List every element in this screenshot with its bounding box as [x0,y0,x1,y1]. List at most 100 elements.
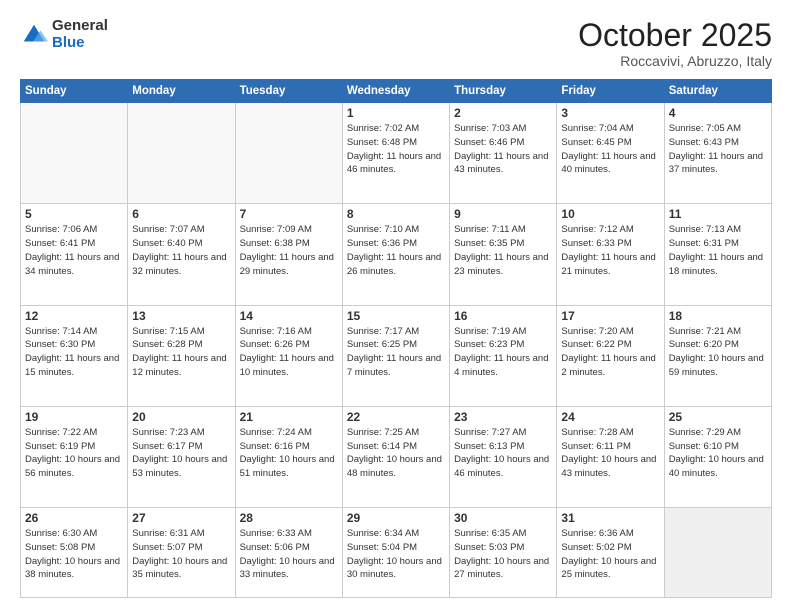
day-info: Sunrise: 7:27 AMSunset: 6:13 PMDaylight:… [454,426,552,481]
calendar-cell: 23 Sunrise: 7:27 AMSunset: 6:13 PMDayligh… [450,406,557,507]
calendar-cell: 18Sunrise: 7:21 AMSunset: 6:20 PMDayligh… [664,305,771,406]
weekday-header-friday: Friday [557,80,664,103]
calendar-cell: 29Sunrise: 6:34 AMSunset: 5:04 PMDayligh… [342,508,449,598]
day-number: 19 [25,410,123,424]
calendar-cell: 28 Sunrise: 6:33 AMSunset: 5:06 PMDayligh… [235,508,342,598]
weekday-header-saturday: Saturday [664,80,771,103]
calendar-cell: 10 Sunrise: 7:12 AMSunset: 6:33 PMDayligh… [557,204,664,305]
day-info: Sunrise: 7:25 AMSunset: 6:14 PMDaylight:… [347,426,445,481]
week-row-1: 1 Sunrise: 7:02 AMSunset: 6:48 PMDaylight… [21,103,772,204]
day-number: 30 [454,511,552,525]
day-number: 12 [25,309,123,323]
day-info: Sunrise: 7:19 AMSunset: 6:23 PMDaylight:… [454,325,552,380]
logo-text: General Blue [52,18,108,51]
week-row-2: 5 Sunrise: 7:06 AMSunset: 6:41 PMDaylight… [21,204,772,305]
day-number: 10 [561,207,659,221]
calendar-cell: 25Sunrise: 7:29 AMSunset: 6:10 PMDayligh… [664,406,771,507]
day-number: 18 [669,309,767,323]
logo: General Blue [20,18,108,51]
day-number: 26 [25,511,123,525]
weekday-header-sunday: Sunday [21,80,128,103]
logo-icon [20,21,48,49]
calendar-cell [664,508,771,598]
day-info: Sunrise: 7:12 AMSunset: 6:33 PMDaylight:… [561,223,659,278]
day-info: Sunrise: 6:30 AMSunset: 5:08 PMDaylight:… [25,527,123,582]
week-row-5: 26 Sunrise: 6:30 AMSunset: 5:08 PMDayligh… [21,508,772,598]
day-number: 31 [561,511,659,525]
day-number: 16 [454,309,552,323]
calendar-cell: 20 Sunrise: 7:23 AMSunset: 6:17 PMDayligh… [128,406,235,507]
week-row-3: 12Sunrise: 7:14 AMSunset: 6:30 PMDayligh… [21,305,772,406]
calendar-cell: 19 Sunrise: 7:22 AMSunset: 6:19 PMDayligh… [21,406,128,507]
calendar-cell: 9Sunrise: 7:11 AMSunset: 6:35 PMDaylight… [450,204,557,305]
weekday-header-thursday: Thursday [450,80,557,103]
day-info: Sunrise: 7:23 AMSunset: 6:17 PMDaylight:… [132,426,230,481]
day-info: Sunrise: 7:28 AMSunset: 6:11 PMDaylight:… [561,426,659,481]
calendar-cell: 22 Sunrise: 7:25 AMSunset: 6:14 PMDayligh… [342,406,449,507]
day-number: 2 [454,106,552,120]
day-number: 5 [25,207,123,221]
day-number: 8 [347,207,445,221]
day-info: Sunrise: 7:07 AMSunset: 6:40 PMDaylight:… [132,223,230,278]
day-info: Sunrise: 7:16 AMSunset: 6:26 PMDaylight:… [240,325,338,380]
day-info: Sunrise: 7:22 AMSunset: 6:19 PMDaylight:… [25,426,123,481]
header: General Blue October 2025 Roccavivi, Abr… [20,18,772,69]
calendar-cell: 6 Sunrise: 7:07 AMSunset: 6:40 PMDaylight… [128,204,235,305]
day-number: 17 [561,309,659,323]
day-number: 3 [561,106,659,120]
calendar-header-row: SundayMondayTuesdayWednesdayThursdayFrid… [21,80,772,103]
day-info: Sunrise: 7:10 AMSunset: 6:36 PMDaylight:… [347,223,445,278]
day-info: Sunrise: 7:03 AMSunset: 6:46 PMDaylight:… [454,122,552,177]
logo-blue-text: Blue [52,35,108,52]
location: Roccavivi, Abruzzo, Italy [578,53,772,69]
day-number: 20 [132,410,230,424]
day-number: 15 [347,309,445,323]
day-info: Sunrise: 7:04 AMSunset: 6:45 PMDaylight:… [561,122,659,177]
calendar-cell [21,103,128,204]
day-number: 27 [132,511,230,525]
calendar-cell: 1 Sunrise: 7:02 AMSunset: 6:48 PMDaylight… [342,103,449,204]
calendar-cell: 13 Sunrise: 7:15 AMSunset: 6:28 PMDayligh… [128,305,235,406]
day-info: Sunrise: 7:13 AMSunset: 6:31 PMDaylight:… [669,223,767,278]
day-info: Sunrise: 7:29 AMSunset: 6:10 PMDaylight:… [669,426,767,481]
day-number: 7 [240,207,338,221]
day-info: Sunrise: 7:17 AMSunset: 6:25 PMDaylight:… [347,325,445,380]
calendar-cell: 5 Sunrise: 7:06 AMSunset: 6:41 PMDaylight… [21,204,128,305]
day-info: Sunrise: 6:36 AMSunset: 5:02 PMDaylight:… [561,527,659,582]
day-info: Sunrise: 7:15 AMSunset: 6:28 PMDaylight:… [132,325,230,380]
calendar-body: 1 Sunrise: 7:02 AMSunset: 6:48 PMDaylight… [21,103,772,598]
day-info: Sunrise: 7:06 AMSunset: 6:41 PMDaylight:… [25,223,123,278]
day-number: 1 [347,106,445,120]
day-info: Sunrise: 7:09 AMSunset: 6:38 PMDaylight:… [240,223,338,278]
day-info: Sunrise: 7:02 AMSunset: 6:48 PMDaylight:… [347,122,445,177]
calendar-cell: 14Sunrise: 7:16 AMSunset: 6:26 PMDayligh… [235,305,342,406]
logo-general: General [52,18,108,35]
page: General Blue October 2025 Roccavivi, Abr… [0,0,792,612]
weekday-header-monday: Monday [128,80,235,103]
calendar-cell: 30Sunrise: 6:35 AMSunset: 5:03 PMDayligh… [450,508,557,598]
day-number: 23 [454,410,552,424]
day-number: 6 [132,207,230,221]
week-row-4: 19 Sunrise: 7:22 AMSunset: 6:19 PMDayligh… [21,406,772,507]
day-info: Sunrise: 6:33 AMSunset: 5:06 PMDaylight:… [240,527,338,582]
calendar-cell: 26 Sunrise: 6:30 AMSunset: 5:08 PMDayligh… [21,508,128,598]
calendar-cell: 4Sunrise: 7:05 AMSunset: 6:43 PMDaylight… [664,103,771,204]
calendar-cell [235,103,342,204]
calendar-cell: 11 Sunrise: 7:13 AMSunset: 6:31 PMDayligh… [664,204,771,305]
calendar-cell: 12Sunrise: 7:14 AMSunset: 6:30 PMDayligh… [21,305,128,406]
day-info: Sunrise: 7:11 AMSunset: 6:35 PMDaylight:… [454,223,552,278]
weekday-header-tuesday: Tuesday [235,80,342,103]
calendar-cell: 31 Sunrise: 6:36 AMSunset: 5:02 PMDayligh… [557,508,664,598]
day-number: 13 [132,309,230,323]
day-info: Sunrise: 7:20 AMSunset: 6:22 PMDaylight:… [561,325,659,380]
calendar-cell: 16 Sunrise: 7:19 AMSunset: 6:23 PMDayligh… [450,305,557,406]
day-number: 4 [669,106,767,120]
day-info: Sunrise: 6:34 AMSunset: 5:04 PMDaylight:… [347,527,445,582]
day-number: 28 [240,511,338,525]
day-number: 11 [669,207,767,221]
calendar-table: SundayMondayTuesdayWednesdayThursdayFrid… [20,79,772,598]
month-title: October 2025 [578,18,772,53]
calendar-cell [128,103,235,204]
day-number: 22 [347,410,445,424]
calendar-cell: 17 Sunrise: 7:20 AMSunset: 6:22 PMDayligh… [557,305,664,406]
